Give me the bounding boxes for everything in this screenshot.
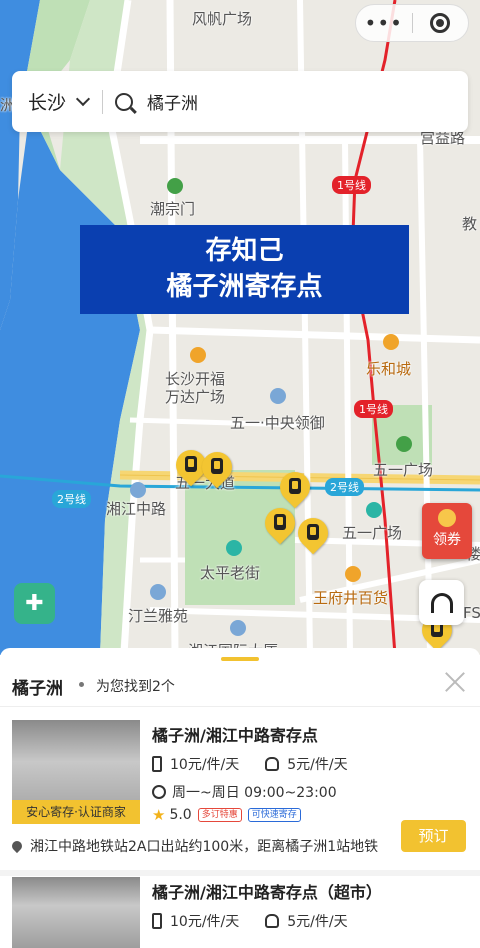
rating-value: 5.0 bbox=[169, 807, 192, 823]
metro-line-badge: 1号线 bbox=[332, 176, 371, 194]
brand-banner: 存知己 橘子洲寄存点 bbox=[80, 225, 409, 314]
sheet-title: 橘子洲 bbox=[12, 679, 63, 699]
map-label: 教 bbox=[462, 215, 478, 233]
luggage-price: 10元/件/天 bbox=[170, 914, 240, 930]
hours-row: 周一~周日 09:00~23:00 bbox=[152, 782, 337, 802]
close-miniprogram-button[interactable] bbox=[413, 13, 469, 33]
close-icon[interactable] bbox=[445, 669, 465, 693]
poi-icon bbox=[345, 566, 361, 582]
storage-name: 橘子洲/湘江中路寄存点（超市） bbox=[152, 883, 382, 902]
storage-location-pin[interactable] bbox=[195, 445, 239, 492]
opening-hours: 周一~周日 09:00~23:00 bbox=[172, 785, 337, 801]
map-label: 万达广场 bbox=[165, 388, 226, 406]
metro-line-badge: 1号线 bbox=[354, 400, 393, 418]
bag-price: 5元/件/天 bbox=[287, 757, 348, 773]
poi-icon bbox=[167, 178, 183, 194]
park-icon bbox=[396, 436, 412, 452]
search-icon bbox=[115, 92, 134, 111]
map-label: 湘江中路 bbox=[106, 500, 167, 518]
bag-icon bbox=[265, 914, 280, 928]
bag-icon bbox=[265, 757, 280, 771]
poi-icon bbox=[270, 388, 286, 404]
luggage-price: 10元/件/天 bbox=[170, 757, 240, 773]
book-button[interactable]: 预订 bbox=[401, 820, 466, 852]
banner-line-2: 橘子洲寄存点 bbox=[166, 272, 323, 302]
map-label: 五一广场 bbox=[373, 461, 434, 479]
map-view[interactable]: 风帆广场 宫益路 潮宗门 教 乐和城 长沙开福 万达广场 五一·中央领御 五一广… bbox=[0, 0, 480, 655]
metro-line-badge: 2号线 bbox=[52, 490, 91, 508]
result-count: 为您找到2个 bbox=[96, 679, 175, 695]
poi-icon bbox=[190, 347, 206, 363]
poi-icon bbox=[383, 334, 399, 350]
red-envelope-icon bbox=[438, 509, 456, 527]
bag-price: 5元/件/天 bbox=[287, 914, 348, 930]
poi-icon bbox=[150, 584, 166, 600]
storage-location-pin[interactable] bbox=[291, 511, 335, 558]
price-row: 10元/件/天 5元/件/天 bbox=[152, 911, 348, 931]
storage-name: 橘子洲/湘江中路寄存点 bbox=[152, 726, 318, 745]
price-row: 10元/件/天 5元/件/天 bbox=[152, 754, 348, 774]
certified-tag: 安心寄存·认证商家 bbox=[12, 800, 140, 824]
storage-photo: 安心寄存·认证商家 bbox=[12, 720, 140, 824]
search-divider bbox=[102, 89, 104, 114]
sheet-drag-handle[interactable] bbox=[221, 657, 259, 661]
search-input[interactable]: 橘子洲 bbox=[147, 89, 198, 114]
address-text: 湘江中路地铁站2A口出站约100米，距离橘子洲1站地铁 bbox=[30, 839, 379, 855]
result-card[interactable]: 橘子洲/湘江中路寄存点（超市） 10元/件/天 5元/件/天 bbox=[0, 877, 480, 948]
luggage-icon bbox=[152, 756, 162, 772]
customer-service-button[interactable] bbox=[419, 580, 464, 625]
result-card[interactable]: 安心寄存·认证商家 橘子洲/湘江中路寄存点 10元/件/天 5元/件/天 周一~… bbox=[0, 720, 480, 860]
safety-shield-button[interactable]: ✚ bbox=[14, 583, 55, 624]
more-button[interactable]: ••• bbox=[356, 5, 412, 41]
card-separator bbox=[0, 870, 480, 876]
city-selector[interactable]: 长沙 bbox=[12, 88, 66, 115]
map-label: 太平老街 bbox=[200, 564, 261, 582]
map-label: 风帆广场 bbox=[192, 10, 253, 28]
map-label: 五一·中央领御 bbox=[230, 414, 325, 432]
discount-badge: 多订特惠 bbox=[197, 808, 242, 822]
sheet-header: 橘子洲 为您找到2个 bbox=[0, 666, 480, 706]
miniprogram-capsule: ••• bbox=[355, 4, 469, 42]
location-icon bbox=[9, 838, 25, 854]
headset-icon bbox=[430, 592, 453, 613]
map-label: 王府井百货 bbox=[313, 589, 389, 607]
storage-location-pin[interactable] bbox=[273, 465, 317, 512]
metro-station-icon bbox=[130, 482, 146, 498]
metro-line-badge: 2号线 bbox=[325, 478, 364, 496]
coupon-button[interactable]: 领券 bbox=[422, 503, 472, 559]
storage-location-pin[interactable] bbox=[258, 501, 302, 548]
fast-storage-badge: 可快速寄存 bbox=[247, 808, 301, 822]
header-divider bbox=[0, 706, 480, 707]
target-icon bbox=[430, 13, 451, 33]
shield-plus-icon: ✚ bbox=[25, 591, 44, 616]
address-row: 湘江中路地铁站2A口出站约100米，距离橘子洲1站地铁 bbox=[9, 836, 379, 856]
map-label: 汀兰雅苑 bbox=[128, 607, 189, 625]
storage-photo bbox=[12, 877, 140, 948]
luggage-icon bbox=[152, 913, 162, 929]
banner-line-1: 存知己 bbox=[205, 236, 284, 266]
map-label: 五一广场 bbox=[342, 524, 403, 542]
coupon-label: 领券 bbox=[433, 532, 461, 548]
separator-dot bbox=[79, 682, 84, 687]
search-bar: 长沙 橘子洲 bbox=[12, 71, 468, 132]
map-label: FS bbox=[463, 604, 480, 622]
map-label: 乐和城 bbox=[366, 360, 412, 378]
chevron-down-icon[interactable] bbox=[75, 91, 91, 106]
map-label: 潮宗门 bbox=[150, 200, 196, 218]
star-icon: ★ bbox=[152, 806, 166, 824]
clock-icon bbox=[152, 785, 166, 799]
poi-icon bbox=[230, 620, 246, 636]
rating-row: ★ 5.0 多订特惠 可快速寄存 bbox=[152, 806, 301, 824]
poi-icon bbox=[226, 540, 242, 556]
results-sheet: 橘子洲 为您找到2个 安心寄存·认证商家 橘子洲/湘江中路寄存点 10元/件/天… bbox=[0, 648, 480, 948]
metro-station-icon bbox=[366, 502, 382, 518]
